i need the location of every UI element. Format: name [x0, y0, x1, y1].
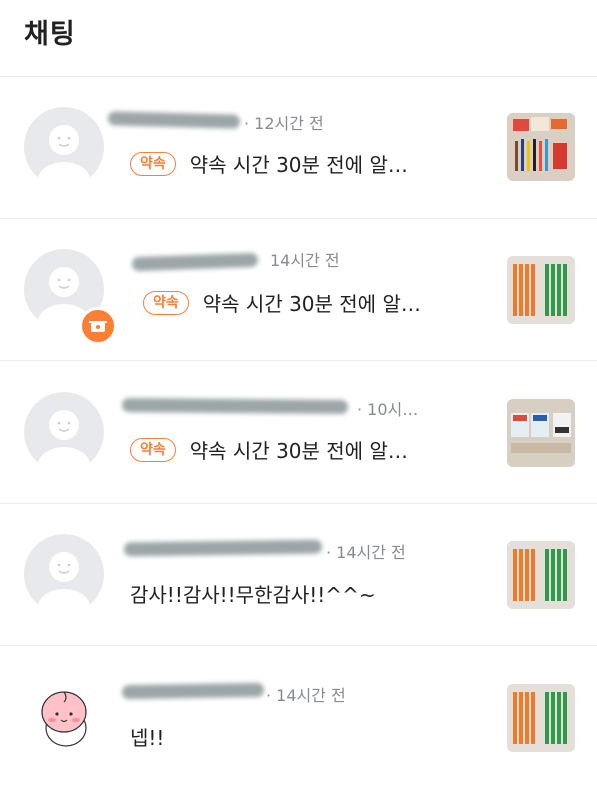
appointment-tag: 약속 — [130, 437, 176, 462]
tags-photo-icon — [507, 399, 575, 467]
chat-row[interactable]: · 14시간 전 감사!!감사!!무한감사!!^^~ — [0, 504, 597, 646]
default-avatar — [24, 534, 104, 614]
chat-time: · 12시간 전 — [244, 114, 324, 133]
chat-message: 약속 시간 30분 전에 알… — [189, 153, 408, 177]
chat-row[interactable]: · 14시간 전 넵!! — [0, 646, 597, 788]
chat-row[interactable]: · 10시… 약속 약속 시간 30분 전에 알… — [0, 362, 597, 504]
chat-time: · 14시간 전 — [326, 543, 406, 562]
peach-character-icon — [41, 691, 87, 747]
chat-preview: 약속 약속 시간 30분 전에 알… — [130, 435, 408, 464]
chat-preview: 감사!!감사!!무한감사!!^^~ — [130, 579, 376, 608]
chat-message: 감사!!감사!!무한감사!!^^~ — [130, 583, 376, 607]
chat-time: · 10시… — [357, 400, 419, 419]
header: 채팅 — [0, 0, 597, 77]
page-title: 채팅 — [24, 19, 76, 50]
pens-photo-icon — [507, 541, 575, 609]
reservation-badge — [79, 307, 117, 345]
chat-message: 넵!! — [130, 726, 165, 750]
chat-row[interactable]: · 12시간 전 약속 약속 시간 30분 전에 알… — [0, 77, 597, 219]
appointment-tag: 약속 — [143, 290, 189, 315]
appointment-tag: 약속 — [130, 151, 176, 176]
pens-photo-icon — [507, 684, 575, 752]
chat-time: 14시간 전 — [270, 251, 340, 270]
chat-message: 약속 시간 30분 전에 알… — [189, 439, 408, 463]
avatar-face-icon — [38, 125, 90, 187]
default-avatar — [24, 107, 104, 187]
chat-preview: 약속 약속 시간 30분 전에 알… — [130, 149, 408, 178]
product-thumbnail[interactable] — [507, 256, 575, 324]
pens-photo-icon — [507, 256, 575, 324]
chat-message: 약속 시간 30분 전에 알… — [202, 292, 421, 316]
default-avatar — [24, 392, 104, 472]
peach-character-avatar — [24, 676, 104, 756]
redacted-name — [123, 539, 323, 557]
avatar-face-icon — [38, 552, 90, 614]
chat-row[interactable]: 14시간 전 약속 약속 시간 30분 전에 알… — [0, 219, 597, 361]
product-thumbnail[interactable] — [507, 541, 575, 609]
chat-preview: 넵!! — [130, 722, 164, 751]
redacted-name — [107, 111, 241, 129]
pot-icon — [89, 321, 107, 332]
chat-preview: 약속 약속 시간 30분 전에 알… — [143, 288, 421, 317]
product-thumbnail[interactable] — [507, 684, 575, 752]
product-thumbnail[interactable] — [507, 113, 575, 181]
avatar-face-icon — [38, 410, 90, 472]
redacted-name — [131, 252, 259, 272]
redacted-name — [121, 398, 349, 414]
supplies-photo-icon — [507, 113, 575, 181]
product-thumbnail[interactable] — [507, 399, 575, 467]
redacted-name — [121, 682, 265, 700]
chat-time: · 14시간 전 — [266, 686, 346, 705]
